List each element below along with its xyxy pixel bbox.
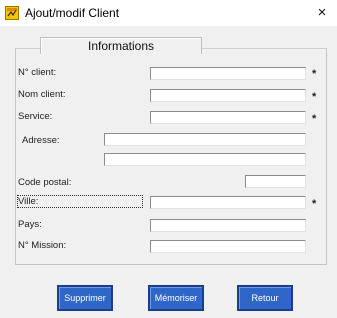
nom-client-label: Nom client: xyxy=(18,89,66,100)
required-marker: * xyxy=(312,68,317,80)
required-marker: * xyxy=(312,113,317,125)
delete-button[interactable]: Supprimer xyxy=(57,285,113,311)
service-label: Service: xyxy=(18,111,53,122)
mission-label: N° Mission: xyxy=(18,240,67,251)
code-postal-field[interactable] xyxy=(245,175,306,188)
group-title: Informations xyxy=(40,37,202,54)
back-button[interactable]: Retour xyxy=(237,285,293,311)
app-icon xyxy=(5,6,19,20)
window-title: Ajout/modif Client xyxy=(25,6,120,20)
save-button[interactable]: Mémoriser xyxy=(148,285,204,311)
num-client-field[interactable] xyxy=(150,67,306,80)
required-marker: * xyxy=(312,91,317,103)
nom-client-field[interactable] xyxy=(150,89,306,102)
close-button[interactable]: × xyxy=(307,0,337,26)
ville-field[interactable] xyxy=(150,196,306,209)
adresse-field[interactable] xyxy=(104,133,306,146)
adresse-line2-field[interactable] xyxy=(104,153,306,166)
num-client-label: N° client: xyxy=(18,67,57,78)
adresse-label: Adresse: xyxy=(22,135,60,146)
title-bar: Ajout/modif Client × xyxy=(0,0,337,26)
mission-field[interactable] xyxy=(150,240,306,253)
pays-field[interactable] xyxy=(150,219,306,232)
required-marker: * xyxy=(312,198,317,210)
pays-label: Pays: xyxy=(18,219,42,230)
service-field[interactable] xyxy=(150,111,306,124)
ville-label: Ville: xyxy=(17,195,143,208)
code-postal-label: Code postal: xyxy=(18,177,72,188)
